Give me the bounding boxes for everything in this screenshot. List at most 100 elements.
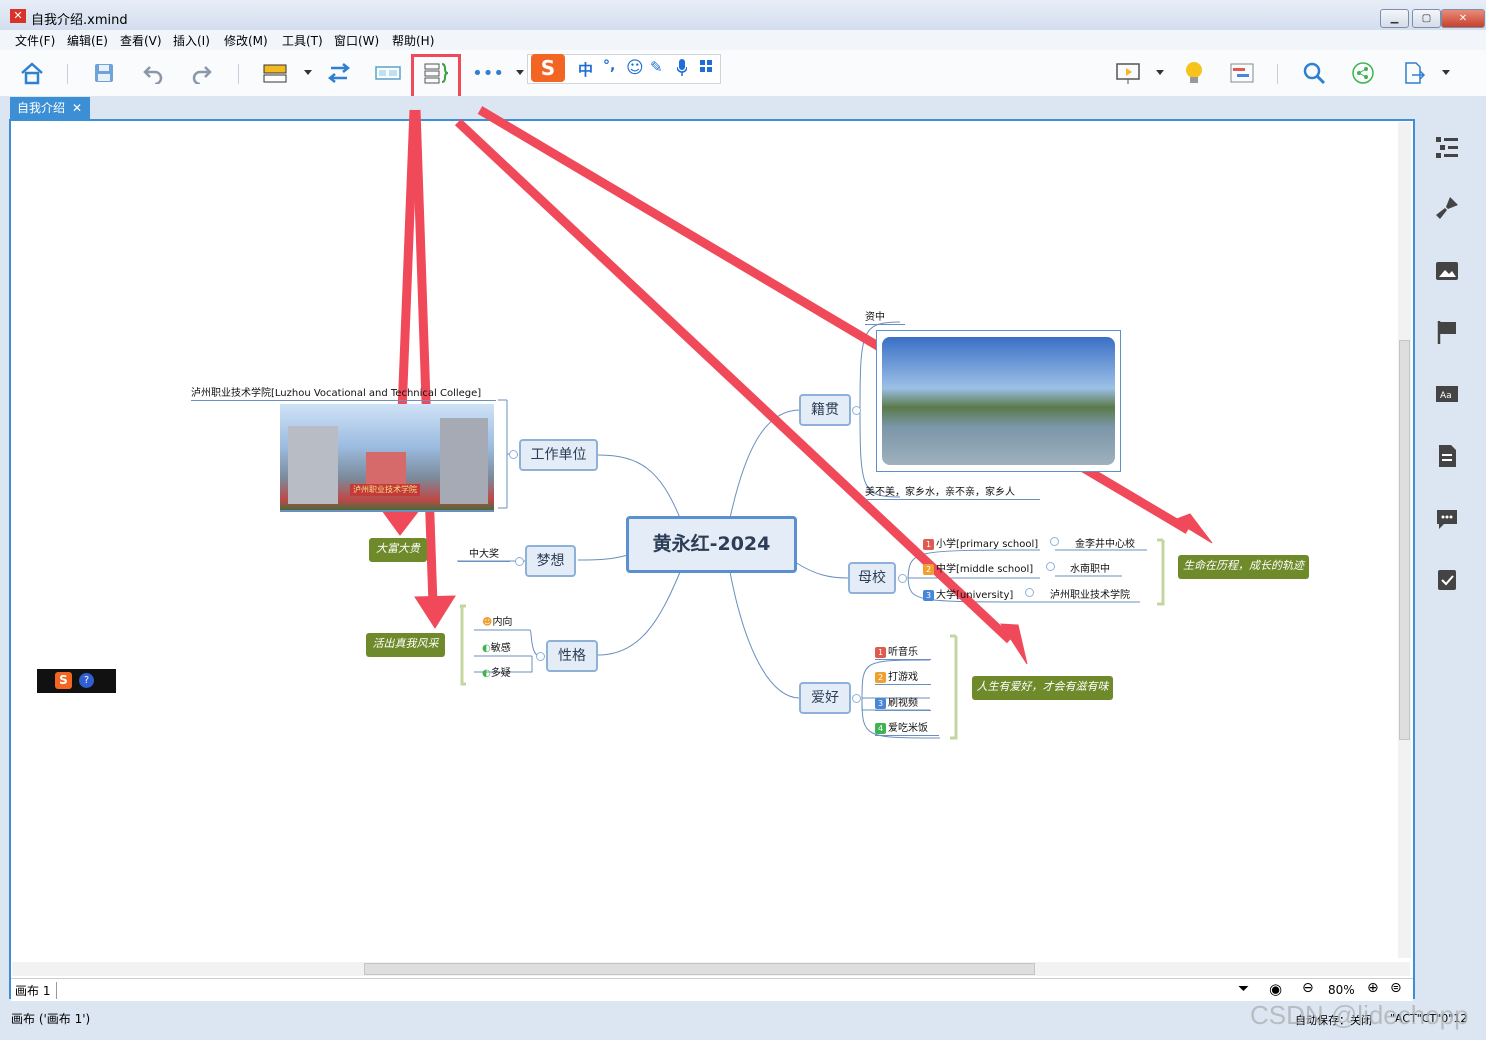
topic-icon[interactable] — [261, 59, 289, 87]
hometown-caption[interactable]: 美不美，家乡水，亲不亲，家乡人 — [865, 483, 1040, 500]
school-item-1[interactable]: 1 小学[primary school] — [923, 535, 1038, 550]
image-icon[interactable] — [1434, 258, 1462, 286]
summary-school[interactable]: 生命在历程，成长的轨迹 — [1178, 555, 1309, 579]
school-name-3[interactable]: 泸州职业技术学院 — [1050, 586, 1130, 601]
redo-icon[interactable] — [188, 59, 216, 87]
xmind-logo-icon: ✕ — [10, 9, 26, 23]
personality-item-1[interactable]: ☻内向 — [482, 613, 512, 628]
summary-icon[interactable] — [422, 59, 450, 87]
title-bar — [0, 0, 1486, 31]
topic-personality[interactable]: 性格 — [546, 640, 598, 672]
school-item-3[interactable]: 3 大学[university] — [923, 586, 1013, 601]
idea-icon[interactable] — [1180, 59, 1208, 87]
menu-edit[interactable]: 编辑(E) — [67, 32, 108, 49]
window-title: 自我介绍.xmind — [31, 13, 128, 28]
college-photo[interactable]: 泸州职业技术学院 — [280, 404, 494, 512]
maximize-button[interactable]: ▢ — [1412, 9, 1441, 28]
dream-item[interactable]: 中大奖 — [458, 545, 510, 562]
collapse-toggle[interactable] — [1025, 588, 1034, 597]
zoom-out-icon[interactable]: ⊖ — [1302, 980, 1314, 996]
hobby-item-2[interactable]: 2 打游戏 — [875, 668, 931, 685]
zoom-level: 80% — [1328, 983, 1355, 997]
eye-icon[interactable]: ◉ — [1269, 980, 1282, 998]
tab-document[interactable]: 自我介绍 ✕ — [10, 97, 90, 119]
presentation-icon[interactable] — [1114, 59, 1142, 87]
microphone-icon[interactable] — [676, 59, 688, 76]
marker-flag-icon[interactable] — [1434, 319, 1462, 347]
collapse-toggle[interactable] — [1046, 562, 1055, 571]
sogou-mini-icon[interactable]: S — [55, 672, 72, 689]
format-brush-icon[interactable] — [1434, 195, 1462, 223]
menu-file[interactable]: 文件(F) — [15, 32, 55, 49]
collapse-toggle[interactable] — [515, 557, 524, 566]
summary-dream[interactable]: 大富大贵 — [369, 538, 427, 562]
summary-hobby[interactable]: 人生有爱好，才会有滋有味 — [972, 676, 1113, 700]
search-icon[interactable] — [1300, 59, 1328, 87]
comment-icon[interactable] — [1434, 505, 1462, 533]
personality-item-3[interactable]: ◐多疑 — [482, 664, 511, 679]
close-tab-icon[interactable]: ✕ — [72, 97, 82, 119]
hobby-item-3[interactable]: 3 刷视频 — [875, 694, 931, 711]
school-name-1[interactable]: 金李井中心校 — [1075, 535, 1135, 550]
collapse-toggle[interactable] — [509, 450, 518, 459]
school-item-2[interactable]: 2 中学[middle school] — [923, 560, 1033, 575]
horizontal-scroll-thumb[interactable] — [364, 963, 1035, 975]
ime-mode[interactable]: 中 — [578, 59, 593, 80]
hometown-photo[interactable] — [876, 330, 1121, 472]
outline-icon[interactable] — [1434, 134, 1462, 162]
hometown-item[interactable]: 资中 — [865, 308, 905, 325]
boundary-icon[interactable] — [374, 59, 402, 87]
close-window-button[interactable]: ✕ — [1441, 9, 1485, 28]
personality-item-2[interactable]: ◐敏感 — [482, 639, 511, 654]
menu-help[interactable]: 帮助(H) — [392, 32, 434, 49]
relationship-icon[interactable] — [326, 59, 354, 87]
minimize-button[interactable]: ▁ — [1380, 9, 1409, 28]
sheet-tab[interactable]: 画布 1 — [15, 982, 58, 999]
hobby-item-4[interactable]: 4 爱吃米饭 — [875, 719, 939, 736]
topic-work[interactable]: 工作单位 — [519, 439, 598, 471]
menu-modify[interactable]: 修改(M) — [224, 32, 268, 49]
save-icon[interactable] — [90, 59, 118, 87]
grid-menu-icon[interactable] — [700, 60, 713, 76]
text-style-icon[interactable]: Aa — [1434, 381, 1462, 409]
ime-floating-bar[interactable]: S ? — [37, 669, 116, 693]
pen-icon[interactable]: ✎ — [650, 58, 663, 76]
work-item[interactable]: 泸州职业技术学院[Luzhou Vocational and Technical… — [191, 384, 496, 401]
share-icon[interactable] — [1349, 59, 1377, 87]
help-icon[interactable]: ? — [79, 673, 94, 688]
central-topic[interactable]: 黄永红-2024 — [626, 516, 797, 573]
task-clipboard-icon[interactable] — [1434, 566, 1462, 594]
zoom-in-icon[interactable]: ⊕ — [1367, 980, 1379, 996]
emoji-icon[interactable]: ☺ — [626, 58, 644, 78]
more-icon[interactable]: ••• — [472, 59, 504, 87]
gantt-icon[interactable] — [1228, 59, 1256, 87]
vertical-scroll-thumb[interactable] — [1399, 340, 1410, 740]
collapse-toggle[interactable] — [536, 652, 545, 661]
menu-view[interactable]: 查看(V) — [120, 32, 162, 49]
home-icon[interactable] — [18, 59, 46, 87]
menu-window[interactable]: 窗口(W) — [334, 32, 379, 49]
summary-personality[interactable]: 活出真我风采 — [366, 633, 445, 657]
status-sheet: 画布 ('画布 1') — [11, 1012, 91, 1026]
collapse-toggle[interactable] — [852, 406, 861, 415]
topic-hobby[interactable]: 爱好 — [799, 682, 851, 714]
menu-tools[interactable]: 工具(T) — [282, 32, 323, 49]
notes-icon[interactable] — [1434, 443, 1462, 471]
ime-punct[interactable]: °, — [603, 58, 615, 74]
undo-icon[interactable] — [139, 59, 167, 87]
sogou-logo-icon[interactable]: S — [531, 54, 565, 82]
filter-icon[interactable]: ⏷ — [1238, 981, 1249, 997]
topic-school[interactable]: 母校 — [848, 562, 896, 594]
collapse-toggle[interactable] — [1050, 537, 1059, 546]
menu-insert[interactable]: 插入(I) — [173, 32, 210, 49]
topic-dream[interactable]: 梦想 — [525, 545, 576, 577]
collapse-toggle[interactable] — [852, 694, 861, 703]
school-name-2[interactable]: 水南职中 — [1070, 560, 1110, 575]
collapse-toggle[interactable] — [898, 574, 907, 583]
smile-icon: ☻ — [482, 617, 493, 628]
topic-hometown[interactable]: 籍贯 — [799, 394, 851, 426]
fit-icon[interactable]: ⊜ — [1390, 980, 1402, 996]
svg-text:Aa: Aa — [1440, 391, 1452, 401]
export-icon[interactable] — [1400, 59, 1428, 87]
hobby-item-1[interactable]: 1 听音乐 — [875, 643, 931, 660]
